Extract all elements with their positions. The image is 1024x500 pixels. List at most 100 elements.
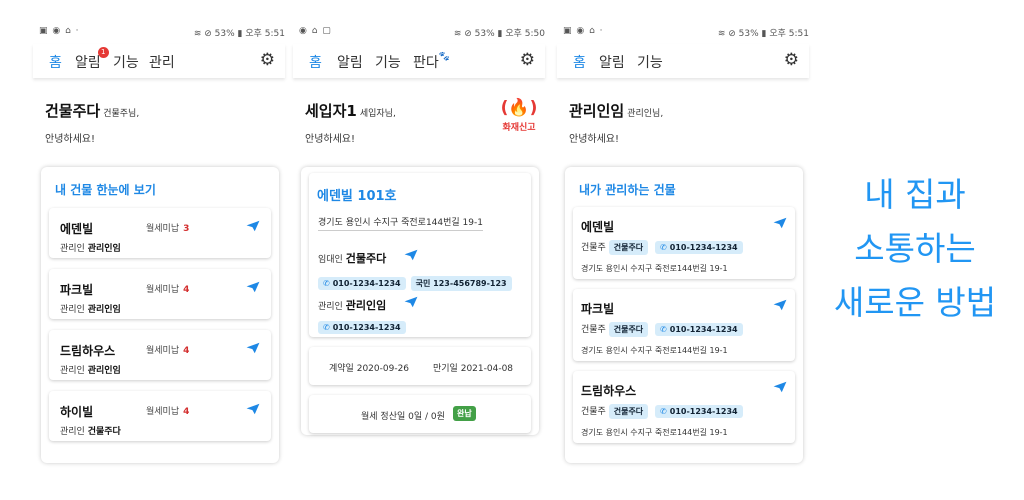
- contract-card: 계약일 2020-09-26 만기일 2021-04-08: [309, 347, 531, 385]
- owner-label: 건물주: [581, 325, 606, 335]
- greeting-text: 안녕하세요!: [45, 134, 96, 145]
- send-icon[interactable]: [773, 299, 787, 311]
- owner-phone-chip[interactable]: ✆ 010-1234-1234: [655, 323, 743, 336]
- owner-label: 건물주: [581, 407, 606, 417]
- send-icon[interactable]: [773, 381, 787, 393]
- contract-end-label: 만기일: [433, 364, 458, 374]
- landlord-name: 건물주다: [345, 252, 387, 265]
- tab-notifications[interactable]: 알림: [599, 52, 625, 72]
- gear-icon[interactable]: ⚙: [784, 50, 799, 70]
- building-name: 파크빌: [60, 283, 94, 297]
- landlord-label: 임대인: [318, 255, 343, 265]
- owner-phone: 010-1234-1234: [669, 325, 738, 334]
- owner-phone: 010-1234-1234: [669, 243, 738, 252]
- building-name: 하이빌: [60, 405, 94, 419]
- manager-phone: 010-1234-1234: [332, 323, 401, 332]
- status-bar: ▣ ◉ ⌂ · ≋ ⊘ 53% ▮ 오후 5:51: [33, 26, 285, 39]
- manager-name: 관리인임: [87, 305, 121, 315]
- tab-notifications-label: 알림: [75, 55, 101, 71]
- tab-notifications[interactable]: 알림 1: [75, 47, 109, 72]
- contract-start: 계약일 2020-09-26: [329, 361, 409, 374]
- rent-settlement: 월세 정산일 0일 / 0원: [361, 412, 445, 422]
- contract-end: 만기일 2021-04-08: [433, 361, 513, 374]
- gear-icon[interactable]: ⚙: [260, 50, 275, 70]
- tab-home[interactable]: 홈: [309, 52, 322, 72]
- send-icon[interactable]: [404, 249, 418, 261]
- phone-icon: ✆: [660, 407, 667, 416]
- send-icon[interactable]: [404, 296, 418, 308]
- gear-icon[interactable]: ⚙: [520, 50, 535, 70]
- my-unit-panel: 에덴빌 101호 경기도 용인시 수지구 죽전로144번길 19-1 임대인 건…: [301, 167, 539, 435]
- landlord-account-chip[interactable]: 국민 123-456789-123: [410, 276, 512, 291]
- status-icons-left: ▣ ◉ ⌂ ·: [563, 26, 604, 36]
- fire-report-button[interactable]: (🔥) 화재신고: [497, 98, 541, 133]
- greeting-text: 안녕하세요!: [305, 134, 356, 145]
- manager-name: 관리인임: [345, 299, 387, 312]
- tab-home[interactable]: 홈: [573, 52, 586, 72]
- paw-icon: 🐾: [438, 52, 450, 62]
- tab-manage[interactable]: 관리: [149, 52, 175, 72]
- status-bar: ▣ ◉ ⌂ · ≋ ⊘ 53% ▮ 오후 5:51: [557, 26, 809, 39]
- building-card[interactable]: 드림하우스 건물주 건물주다 ✆ 010-1234-1234 경기도 용인시 수지…: [573, 371, 795, 443]
- unpaid-count: 3: [183, 224, 190, 234]
- owner-row: 건물주 건물주다 ✆ 010-1234-1234: [581, 322, 743, 337]
- fire-icon: (🔥): [500, 98, 538, 118]
- tab-features[interactable]: 기능: [113, 52, 139, 72]
- slogan: 내 집과 소통하는 새로운 방법: [820, 168, 1010, 330]
- slogan-line-2: 소통하는: [854, 229, 976, 268]
- manager-phone-chip[interactable]: ✆ 010-1234-1234: [318, 321, 406, 334]
- tab-panda[interactable]: 판다🐾: [413, 52, 450, 72]
- tab-features[interactable]: 기능: [375, 52, 401, 72]
- building-name: 드림하우스: [581, 384, 637, 398]
- building-name: 드림하우스: [60, 344, 116, 358]
- building-card[interactable]: 파크빌 월세미납 4 관리인 관리인임: [49, 269, 271, 319]
- paid-badge: 완납: [453, 406, 476, 421]
- manager-label: 관리인: [60, 244, 85, 254]
- greeting-text: 안녕하세요!: [569, 134, 620, 145]
- building-card[interactable]: 드림하우스 월세미납 4 관리인 관리인임: [49, 330, 271, 380]
- building-name: 에덴빌: [60, 222, 94, 236]
- building-card[interactable]: 에덴빌 건물주 건물주다 ✆ 010-1234-1234 경기도 용인시 수지구 …: [573, 207, 795, 279]
- send-icon[interactable]: [246, 403, 260, 415]
- manager-name: 관리인임: [87, 366, 121, 376]
- status-icons-right: ≋ ⊘ 53% ▮ 오후 5:50: [453, 29, 545, 39]
- manager-name: 관리인임: [87, 244, 121, 254]
- send-icon[interactable]: [246, 281, 260, 293]
- phone-icon: ✆: [323, 279, 330, 288]
- app-bar: 홈 알림 기능 ⚙: [557, 44, 809, 78]
- unpaid-label: 월세미납: [146, 407, 180, 417]
- landlord-info: 임대인 건물주다: [318, 250, 386, 266]
- status-icons-left: ◉ ⌂ ▢: [299, 26, 332, 36]
- unpaid-count: 4: [183, 346, 190, 356]
- send-icon[interactable]: [246, 342, 260, 354]
- phone-icon: ✆: [660, 243, 667, 252]
- manager-label: 관리인: [60, 427, 85, 437]
- manager-name: 건물주다: [87, 427, 121, 437]
- user-name: 세입자1: [305, 102, 357, 120]
- owner-label: 건물주: [581, 243, 606, 253]
- manager-label: 관리인: [318, 302, 343, 312]
- building-card[interactable]: 하이빌 월세미납 4 관리인 건물주다: [49, 391, 271, 441]
- contract-start-label: 계약일: [329, 364, 354, 374]
- phone-icon: ✆: [323, 323, 330, 332]
- user-role: 세입자님,: [359, 109, 396, 119]
- tab-home[interactable]: 홈: [49, 52, 62, 72]
- landlord-phone-chip[interactable]: ✆ 010-1234-1234: [318, 277, 406, 290]
- greeting: 세입자1 세입자님, 안녕하세요!: [305, 100, 396, 145]
- manager-label: 관리인: [60, 366, 85, 376]
- owner-phone-chip[interactable]: ✆ 010-1234-1234: [655, 405, 743, 418]
- owner-phone-chip[interactable]: ✆ 010-1234-1234: [655, 241, 743, 254]
- send-icon[interactable]: [773, 217, 787, 229]
- contract-end-date: 2021-04-08: [460, 364, 514, 374]
- building-card[interactable]: 파크빌 건물주 건물주다 ✆ 010-1234-1234 경기도 용인시 수지구 …: [573, 289, 795, 361]
- building-card[interactable]: 에덴빌 월세미납 3 관리인 관리인임: [49, 208, 271, 258]
- building-address: 경기도 용인시 수지구 죽전로144번길 19-1: [581, 428, 728, 437]
- rent-card: 월세 정산일 0일 / 0원 완납: [309, 395, 531, 433]
- unit-address: 경기도 용인시 수지구 죽전로144번길 19-1: [318, 215, 483, 231]
- tab-notifications[interactable]: 알림: [337, 52, 363, 72]
- tab-features[interactable]: 기능: [637, 52, 663, 72]
- screen-manager: ▣ ◉ ⌂ · ≋ ⊘ 53% ▮ 오후 5:51 홈 알림 기능 ⚙ 관리인임…: [557, 0, 817, 500]
- manager-info: 관리인 관리인임: [318, 297, 386, 313]
- slogan-line-3: 새로운 방법: [833, 283, 997, 322]
- send-icon[interactable]: [246, 220, 260, 232]
